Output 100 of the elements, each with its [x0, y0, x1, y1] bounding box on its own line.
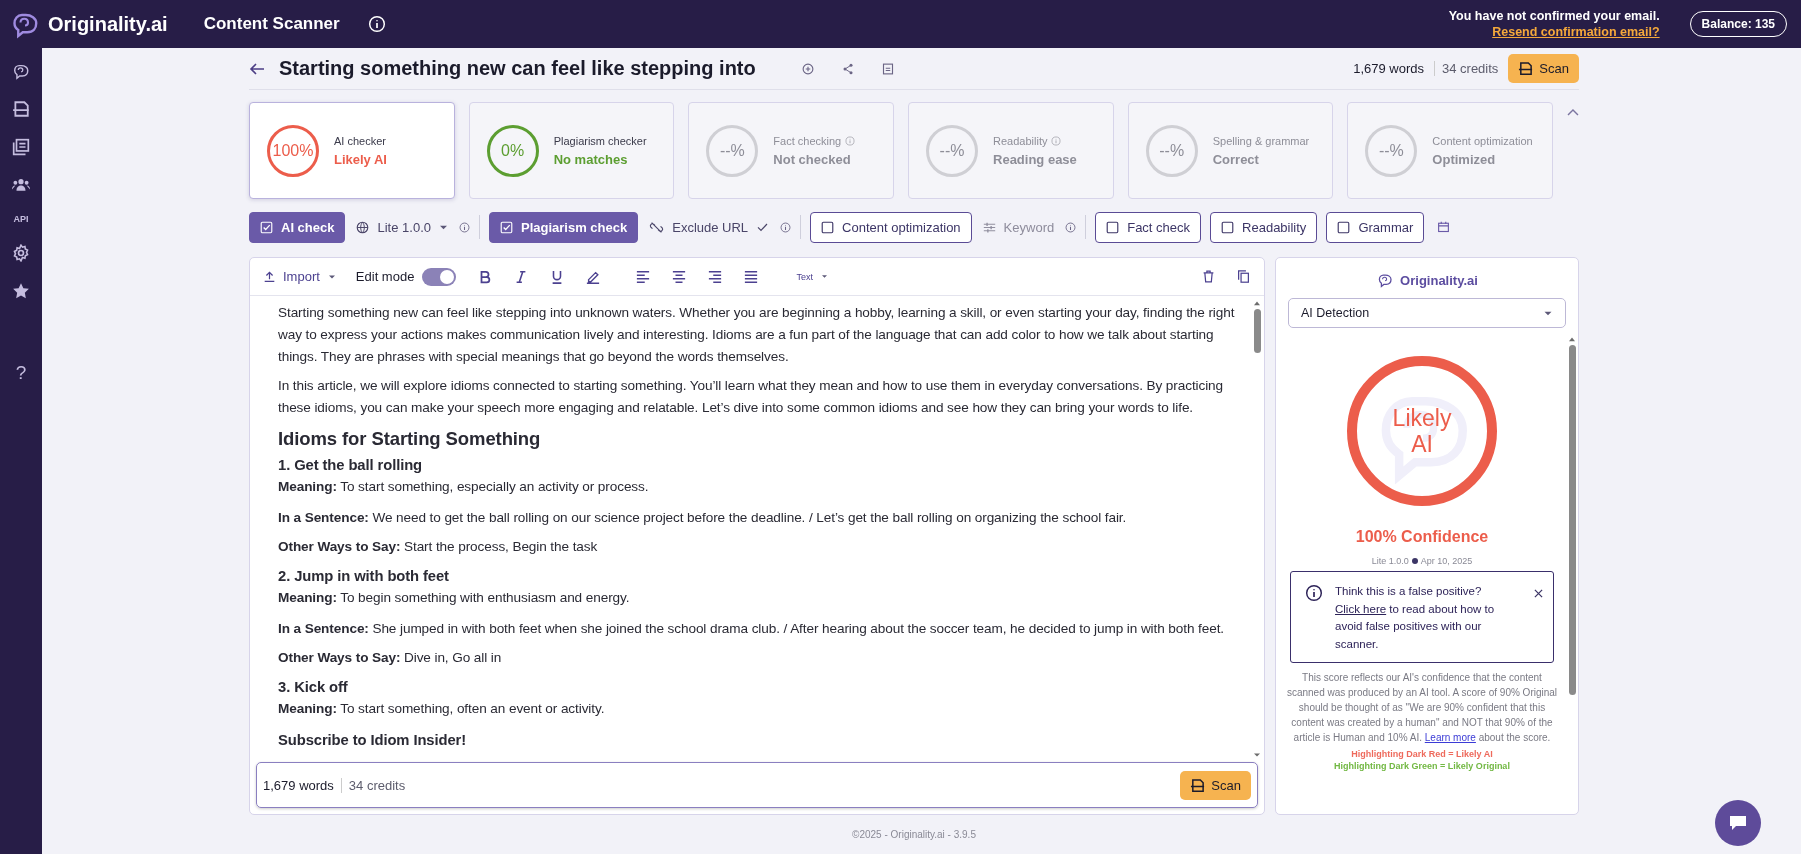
checker-label: Fact checking	[773, 134, 842, 147]
checker-label: Content optimization	[1432, 134, 1533, 147]
edit-mode-switch[interactable]	[422, 267, 457, 286]
detection-dropdown[interactable]: AI Detection	[1288, 298, 1566, 328]
checker-result: No matches	[553, 151, 629, 167]
highlighter-icon[interactable]	[586, 269, 601, 284]
checker-result: Likely AI	[334, 151, 387, 167]
close-icon[interactable]	[1534, 589, 1543, 598]
star-icon[interactable]	[12, 282, 30, 300]
checkbox-icon	[1337, 220, 1351, 234]
paragraph: Other Ways to Say: Dive in, Go all in	[278, 649, 503, 667]
checker-card[interactable]: 0% Plagiarism checker No matches	[468, 102, 675, 199]
score-ring: 100%	[267, 124, 319, 177]
check-toggle[interactable]: Readability	[1210, 211, 1318, 243]
chat-icon	[1728, 814, 1748, 832]
checker-result: Optimized	[1432, 151, 1497, 167]
check-toggle[interactable]: Plagiarism check	[489, 211, 639, 243]
checker-result: Not checked	[773, 151, 852, 167]
resend-link[interactable]: Resend confirmation email?	[1492, 24, 1660, 40]
settings-icon[interactable]	[12, 244, 30, 262]
calendar-icon[interactable]	[1437, 221, 1451, 233]
checker-label: Readability	[993, 134, 1048, 147]
edit-mode-label: Edit mode	[355, 269, 415, 284]
api-link[interactable]: API	[13, 214, 29, 224]
bold-icon[interactable]	[478, 269, 493, 284]
credit-count: 34 credits	[340, 777, 406, 793]
checker-label: Plagiarism checker	[553, 134, 647, 147]
score-ring: --%	[1365, 124, 1418, 177]
justify-icon[interactable]	[744, 269, 759, 284]
click-here-link[interactable]: Click here	[1335, 602, 1387, 615]
model-select[interactable]: Lite 1.0.0	[354, 219, 450, 235]
upload-icon	[264, 271, 275, 282]
paragraph: Starting something new can feel like stepping into unknown waters. Whether you are beginning a hobby, learning a skill, or even starting your day, finding the right way to express your actions makes communication lively and interesting. Idioms are a fun part of the language that can add color to how we talk about starting things. They are phrases with special meanings that go beyond the words themselves.	[278, 304, 1236, 366]
chat-button[interactable]	[1715, 800, 1761, 846]
paragraph: In this article, we will explore idioms connected to starting something. You’ll learn what they mean and how to use them in everyday conversations. By practicing these idioms, you can make your speech more engaging and relatable. Let’s dive into some common idioms and see how they can bring your words to life.	[278, 377, 1225, 417]
score-ring: --%	[926, 124, 978, 177]
checkbox-icon	[1221, 220, 1235, 234]
score-ring: --%	[1145, 124, 1198, 177]
learn-more-link[interactable]: Learn more	[1424, 732, 1476, 743]
brand-name: Originality.ai	[48, 12, 168, 36]
idiom-heading: 3. Kick off	[278, 678, 349, 697]
paragraph: Meaning: To start something, often an event or activity.	[278, 700, 606, 718]
info-icon	[1305, 584, 1323, 602]
checker-result: Reading ease	[993, 151, 1077, 167]
dot-icon	[1411, 558, 1418, 564]
section-heading: Idioms for Starting Something	[278, 427, 542, 451]
checker-card[interactable]: 100% AI checker Likely AI	[249, 102, 455, 199]
scan-button[interactable]: Scan	[1508, 54, 1579, 83]
model-version: Lite 1.0.0	[1371, 556, 1409, 566]
add-icon[interactable]	[801, 62, 814, 75]
copy-icon[interactable]	[1237, 270, 1250, 283]
check-toggle[interactable]: Content optimization	[810, 211, 972, 243]
paragraph: Meaning: To start something, especially an activity or process.	[278, 478, 650, 496]
document-title: Starting something new can feel like stepping into	[279, 57, 756, 80]
exclude-url-button[interactable]: Exclude URL	[647, 219, 772, 235]
align-right-icon[interactable]	[708, 269, 723, 284]
globe-icon	[356, 220, 370, 234]
checker-label: AI checker	[334, 134, 386, 147]
sliders-icon	[982, 220, 996, 234]
caret-icon	[439, 223, 448, 231]
score-explanation: This score reflects our AI's confidence that the content scanned was produced by an AI tool. A score of 90% Original should be thought of as "We are 90% confident that this content was created by a human" and NOT that 90% of the article is Human and 10% AI. Learn more about the score.	[1286, 671, 1558, 745]
legend-text: Highlighting Dark Green = Likely Original	[1334, 761, 1510, 771]
score-ring: 0%	[486, 124, 539, 177]
scroll-down-icon	[1253, 752, 1261, 758]
trash-icon[interactable]	[1202, 270, 1215, 283]
scrollbar-thumb[interactable]	[1253, 309, 1261, 353]
idiom-heading: 1. Get the ball rolling	[278, 456, 424, 475]
document-icon[interactable]	[881, 62, 894, 75]
checked-box-icon	[260, 220, 273, 234]
share-icon[interactable]	[841, 62, 854, 75]
caret-icon	[1543, 309, 1553, 317]
email-notice: You have not confirmed your email.	[1448, 8, 1660, 24]
paragraph: In a Sentence: She jumped in with both feet when she joined the school drama club. / After hearing about the soccer team, he decided to jump in with both feet.	[278, 620, 1226, 638]
text-style-select[interactable]: Text	[796, 271, 828, 282]
caret-icon	[327, 273, 336, 280]
import-button[interactable]: Import	[264, 269, 336, 284]
word-count: 1,679 words	[263, 777, 334, 793]
team-icon[interactable]	[12, 176, 30, 194]
collapse-caret-icon[interactable]	[1567, 108, 1579, 116]
score-ring: --%	[706, 124, 759, 177]
brand-name: Originality.ai	[1400, 272, 1478, 288]
scanner-icon[interactable]	[12, 100, 30, 118]
checker-label: Spelling & grammar	[1212, 134, 1310, 147]
align-center-icon[interactable]	[672, 269, 687, 284]
scan-button[interactable]: Scan	[1180, 770, 1251, 800]
documents-icon[interactable]	[12, 138, 30, 156]
paragraph: In a Sentence: We need to get the ball rolling on our science project before the deadline. / Let’s get the ball rolling on organizing the school fair.	[278, 509, 1128, 527]
align-left-icon[interactable]	[636, 269, 651, 284]
scrollbar-thumb[interactable]	[1568, 345, 1576, 695]
scan-date: Apr 10, 2025	[1420, 556, 1473, 566]
help-link[interactable]: ?	[15, 362, 27, 384]
check-toggle[interactable]: Grammar	[1326, 211, 1425, 243]
back-arrow-icon[interactable]	[249, 60, 265, 77]
checker-result: Correct	[1212, 151, 1260, 167]
subscribe-heading: Subscribe to Idiom Insider!	[278, 731, 468, 750]
check-toggle[interactable]: AI check	[249, 211, 346, 243]
check-toggle[interactable]: Fact check	[1095, 211, 1202, 243]
checkbox-icon	[1106, 220, 1120, 234]
confidence-text: 100% Confidence	[1355, 528, 1489, 546]
notice-text: Think this is a false positive? Click here to read about how to avoid false positives with our scanner.	[1335, 584, 1496, 652]
